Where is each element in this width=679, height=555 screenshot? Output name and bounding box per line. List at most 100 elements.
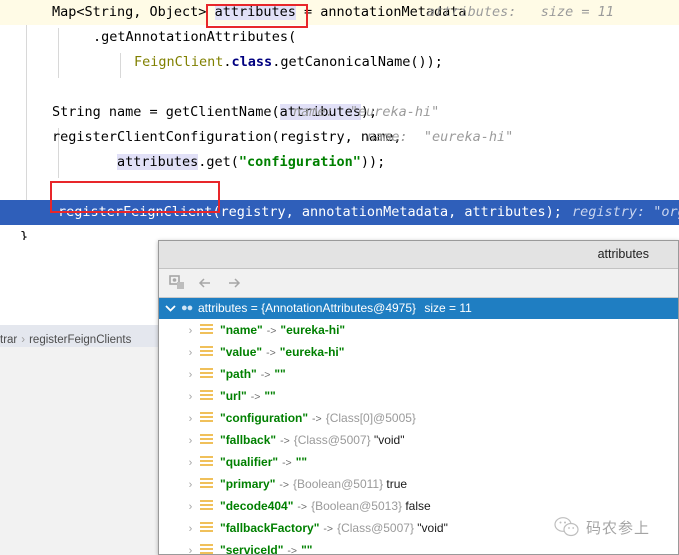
chevron-right-icon[interactable]: › [181, 320, 200, 342]
chevron-right-icon[interactable]: › [181, 430, 200, 452]
entry-key: "url" [220, 389, 247, 403]
entry-key: "serviceId" [220, 543, 283, 555]
inspector-entry-row[interactable]: ›"qualifier"->"" [159, 451, 678, 473]
map-entry-icon [200, 346, 213, 357]
entry-value: false [405, 499, 430, 513]
code-line[interactable]: Map<String, Object> attributes = annotat… [0, 0, 679, 25]
entry-arrow-icon: -> [262, 347, 280, 359]
inspector-root-row[interactable]: ●●attributes = {AnnotationAttributes@497… [159, 298, 678, 319]
entry-arrow-icon: -> [275, 479, 293, 491]
code-token: Map<String, Object> [52, 4, 215, 20]
map-entry-icon [200, 456, 213, 467]
inspector-root-size: size = 11 [419, 301, 471, 315]
chevron-down-icon[interactable] [159, 298, 181, 319]
entry-value: "eureka-hi" [280, 345, 345, 359]
code-token-highlighted: attributes [215, 4, 296, 20]
code-token: .getAnnotationAttributes( [93, 29, 296, 45]
entry-key: "configuration" [220, 411, 308, 425]
popup-title: attributes [159, 241, 649, 268]
entry-arrow-icon: -> [308, 413, 326, 425]
inspector-entry-row[interactable]: › "url"->"" [159, 385, 678, 407]
watermark-text: 码农参上 [586, 517, 650, 538]
entry-value: true [386, 477, 407, 491]
popup-toolbar[interactable] [159, 269, 678, 298]
copy-value-icon[interactable] [168, 273, 188, 293]
code-line[interactable] [0, 75, 679, 100]
code-line[interactable]: String name = getClientName(attributes);… [0, 100, 679, 125]
entry-value: "eureka-hi" [280, 323, 345, 337]
inspector-root-name: attributes [198, 301, 247, 315]
chevron-right-icon[interactable]: › [181, 408, 200, 430]
entry-reference: {Boolean@5011} [293, 477, 386, 491]
entry-value: "void" [374, 433, 405, 447]
entry-reference: {Class@5007} [337, 521, 417, 535]
inspector-root-ref: {AnnotationAttributes@4975} [261, 301, 416, 315]
entry-key: "value" [220, 345, 262, 359]
code-line[interactable]: registerClientConfiguration(registry, na… [0, 125, 679, 150]
inline-debug-hint: name: "eureka-hi" [293, 100, 439, 125]
entry-value: "void" [417, 521, 448, 535]
inspector-entry-row[interactable]: › "value"->"eureka-hi" [159, 341, 678, 363]
breadcrumb-current[interactable]: registerFeignClients [29, 334, 131, 346]
breadcrumb-left-fragment[interactable]: trar [0, 334, 17, 346]
code-line[interactable]: attributes.get("configuration")); [0, 150, 679, 175]
breadcrumb-separator-icon: › [17, 334, 29, 346]
chevron-right-icon[interactable]: › [181, 540, 200, 555]
forward-arrow-icon[interactable] [223, 273, 243, 293]
map-entry-icon [200, 544, 213, 555]
entry-key: "fallbackFactory" [220, 521, 319, 535]
entry-arrow-icon: -> [276, 435, 294, 447]
value-inspector-popup[interactable]: attributes ●●attributes = {AnnotationAtt… [158, 240, 679, 555]
entry-key: "decode404" [220, 499, 293, 513]
entry-key: "name" [220, 323, 263, 337]
chevron-right-icon[interactable]: › [181, 452, 200, 474]
chevron-right-icon[interactable]: › [181, 518, 200, 540]
inspector-entry-row[interactable]: ›"path"->"" [159, 363, 678, 385]
entry-key: "primary" [220, 477, 275, 491]
map-entry-icon [200, 412, 213, 423]
back-arrow-icon[interactable] [196, 273, 216, 293]
code-line[interactable]: .getAnnotationAttributes( [0, 25, 679, 50]
code-line[interactable]: FeignClient.class.getCanonicalName()); [0, 50, 679, 75]
chevron-right-icon[interactable]: › [181, 364, 200, 386]
chevron-right-icon[interactable]: › [181, 342, 200, 364]
inline-debug-hint: name: "eureka-hi" [367, 125, 513, 150]
inspector-entry-row[interactable]: ›"fallback"->{Class@5007} "void" [159, 429, 678, 451]
map-entry-icon [200, 522, 213, 533]
map-entry-icon [200, 324, 213, 335]
entry-arrow-icon: -> [247, 391, 265, 403]
wechat-logo-icon [554, 516, 580, 538]
entry-value: "" [264, 389, 275, 403]
entry-arrow-icon: -> [278, 457, 296, 469]
map-entry-icon [200, 368, 213, 379]
code-token: . [223, 54, 231, 70]
entry-arrow-icon: -> [319, 523, 337, 535]
entry-key: "path" [220, 367, 257, 381]
code-token: String name = getClientName( [52, 104, 280, 120]
map-entry-icon [200, 478, 213, 489]
chevron-right-icon[interactable]: › [181, 496, 200, 518]
code-line[interactable]: } [0, 225, 679, 240]
watch-oo-icon: ●● [181, 298, 198, 319]
inspector-entry-row[interactable]: ›"name"->"eureka-hi" [159, 319, 678, 341]
entry-reference: {Boolean@5013} [311, 499, 405, 513]
entry-key: "fallback" [220, 433, 276, 447]
debugger-panel[interactable]: Variables nfeign,penfeignitionRssBea +−▲… [0, 325, 160, 555]
inspector-entry-row[interactable]: ›"configuration"->{Class[0]@5005} [159, 407, 678, 429]
chevron-right-icon[interactable]: › [181, 474, 200, 496]
inspector-entry-row[interactable]: › "primary"->{Boolean@5011} true [159, 473, 678, 495]
code-token: registerFeignClient(registry, annotation… [58, 204, 562, 220]
code-token: .getCanonicalName()); [272, 54, 443, 70]
inline-debug-hint: registry: "org [572, 200, 679, 225]
entry-arrow-icon: -> [257, 369, 275, 381]
code-token: class [232, 54, 273, 70]
code-line[interactable] [0, 175, 679, 200]
code-editor[interactable]: Map<String, Object> attributes = annotat… [0, 0, 679, 240]
entry-value: "" [301, 543, 312, 555]
chevron-right-icon[interactable]: › [181, 386, 200, 408]
code-line[interactable]: registerFeignClient(registry, annotation… [0, 200, 679, 225]
inline-debug-hint: attributes: size = 11 [427, 0, 614, 25]
code-token: attributes [117, 154, 198, 170]
map-entry-icon [200, 500, 213, 511]
breadcrumb[interactable]: trar›registerFeignClients [0, 332, 160, 349]
